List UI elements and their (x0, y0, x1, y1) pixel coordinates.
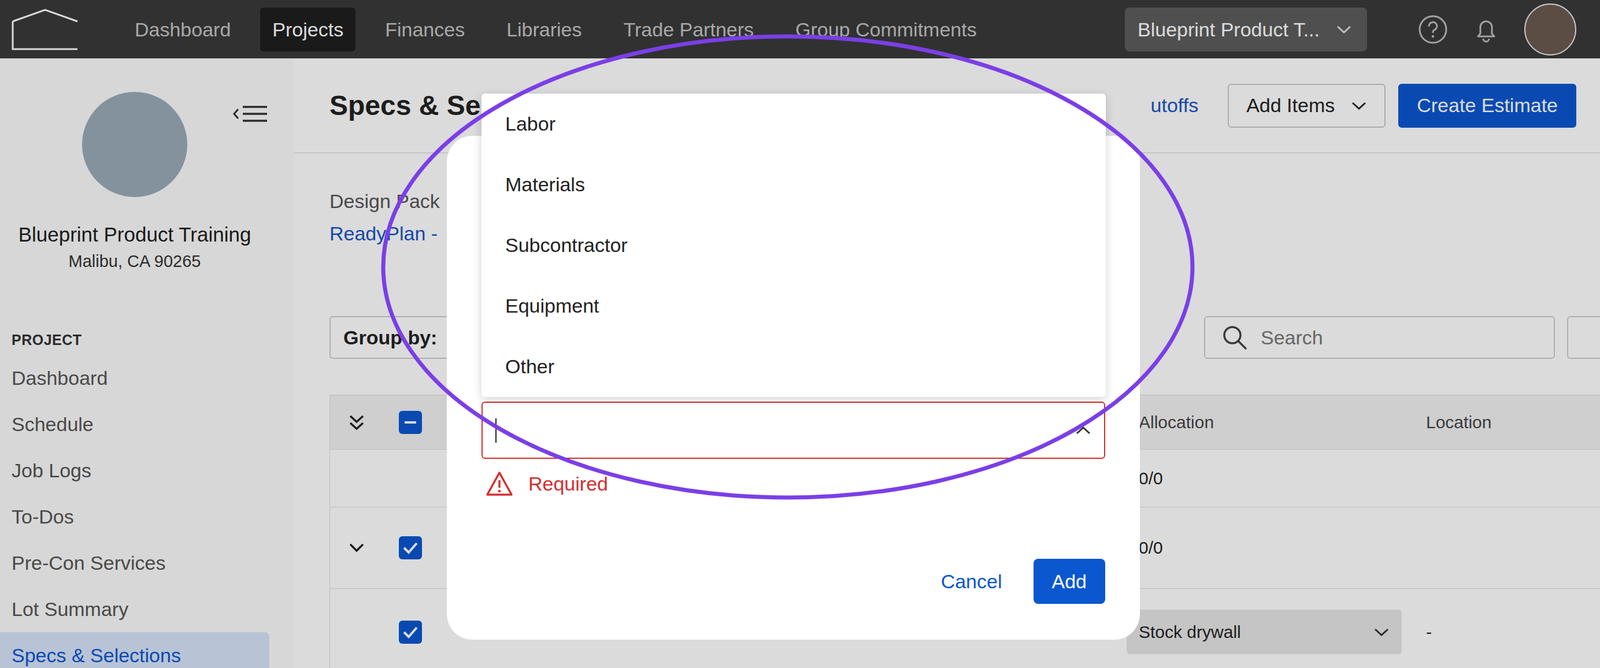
dropdown-option[interactable]: Labor (481, 93, 1106, 155)
screen: DashboardProjectsFinancesLibrariesTrade … (0, 0, 1600, 668)
dropdown-option[interactable]: Other (481, 336, 1106, 398)
dialog-button[interactable]: Add (1033, 558, 1106, 605)
type-select[interactable] (481, 401, 1106, 459)
error-message: Required (481, 471, 1106, 497)
dropdown-option[interactable]: Subcontractor (481, 215, 1106, 276)
dialog-button[interactable]: Cancel (938, 558, 1005, 605)
dropdown-option[interactable]: Equipment (481, 275, 1106, 337)
dropdown-option[interactable]: Materials (481, 154, 1106, 216)
warning-icon (485, 471, 514, 497)
dialog-buttons: Cancel Add (481, 558, 1106, 605)
type-dropdown-menu: LaborMaterialsSubcontractorEquipmentOthe… (481, 93, 1106, 398)
add-item-dialog: RequiredCancelAddLaborMaterialsSubcontra… (446, 135, 1140, 640)
chevron-icon[interactable] (1075, 425, 1092, 436)
type-input[interactable] (496, 419, 1076, 442)
